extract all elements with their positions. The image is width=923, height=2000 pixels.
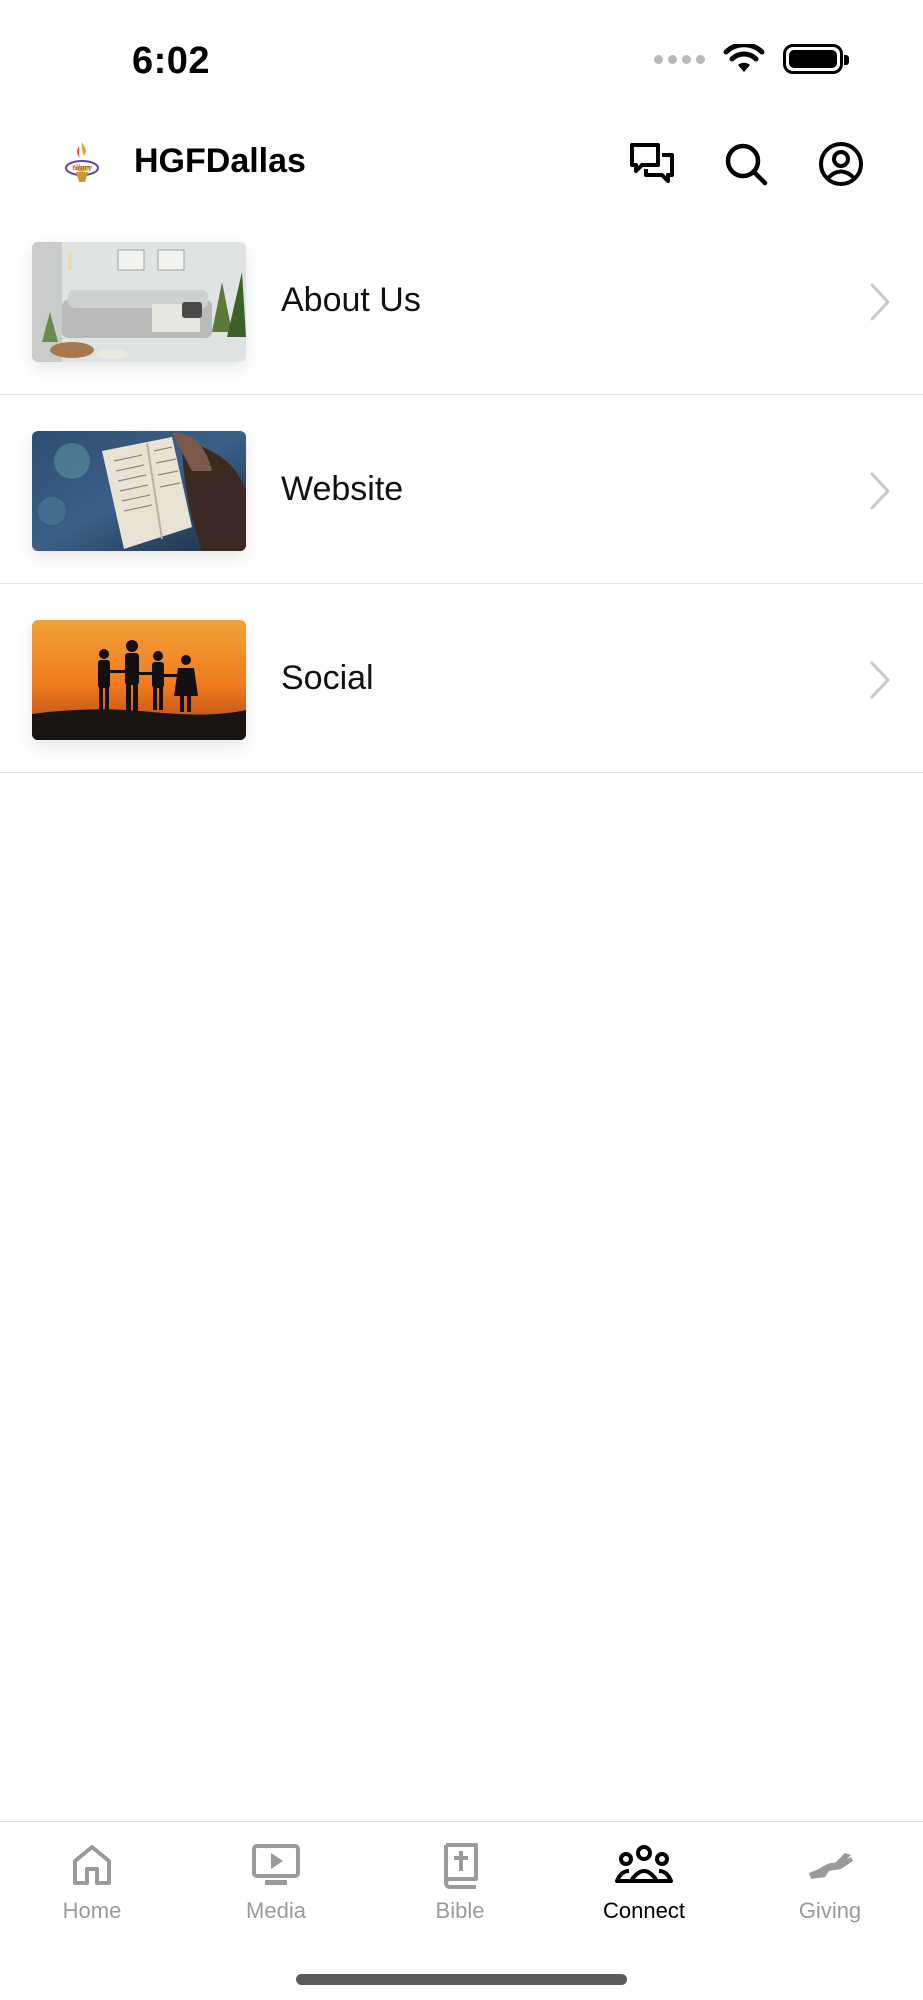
tab-giving[interactable]: Giving <box>738 1822 922 1932</box>
bible-icon <box>444 1843 478 1889</box>
chat-bubbles-icon <box>630 143 674 183</box>
giving-icon <box>809 1853 853 1879</box>
tab-label: Connect <box>603 1898 685 1923</box>
cellular-signal-icon <box>654 54 705 64</box>
tab-bar: Home Media Bible Connect Giving <box>0 1821 923 2000</box>
home-icon <box>73 1845 111 1885</box>
svg-text:Glory: Glory <box>72 164 92 172</box>
tab-label: Home <box>62 1898 122 1923</box>
menu-item-social[interactable]: Social <box>0 584 923 773</box>
status-time: 6:02 <box>132 40 211 82</box>
tab-label: Bible <box>435 1898 485 1923</box>
search-icon <box>725 143 768 186</box>
wifi-icon <box>723 44 765 72</box>
menu-item-label: About Us <box>281 281 421 319</box>
connect-icon <box>615 1845 673 1883</box>
chevron-right-icon <box>870 661 890 699</box>
messages-button[interactable] <box>626 138 678 190</box>
chevron-right-icon <box>870 472 890 510</box>
connect-menu-list: About Us Website Social <box>0 206 923 773</box>
profile-button[interactable] <box>815 138 867 190</box>
battery-icon <box>783 44 849 74</box>
connect-screen: 6:02 Glory HGFDallas About Us Website So… <box>0 0 923 2000</box>
user-circle-icon <box>819 142 863 186</box>
tab-bible[interactable]: Bible <box>368 1822 552 1932</box>
app-header: Glory HGFDallas <box>0 120 923 206</box>
chevron-right-icon <box>870 283 890 321</box>
menu-item-label: Social <box>281 659 374 697</box>
social-thumbnail <box>32 620 246 740</box>
tab-media[interactable]: Media <box>184 1822 368 1932</box>
tab-label: Giving <box>798 1898 862 1923</box>
media-icon <box>252 1844 300 1885</box>
home-indicator[interactable] <box>296 1974 627 1985</box>
about-us-thumbnail <box>32 242 246 362</box>
app-title: HGFDallas <box>134 142 306 180</box>
menu-item-website[interactable]: Website <box>0 395 923 584</box>
search-button[interactable] <box>720 138 772 190</box>
menu-item-about-us[interactable]: About Us <box>0 206 923 395</box>
status-icons <box>654 44 849 74</box>
church-logo: Glory <box>65 142 99 182</box>
status-bar: 6:02 <box>0 0 923 120</box>
tab-label: Media <box>246 1898 306 1923</box>
website-thumbnail <box>32 431 246 551</box>
menu-item-label: Website <box>281 470 404 508</box>
tab-connect[interactable]: Connect <box>552 1822 736 1932</box>
tab-home[interactable]: Home <box>0 1822 184 1932</box>
